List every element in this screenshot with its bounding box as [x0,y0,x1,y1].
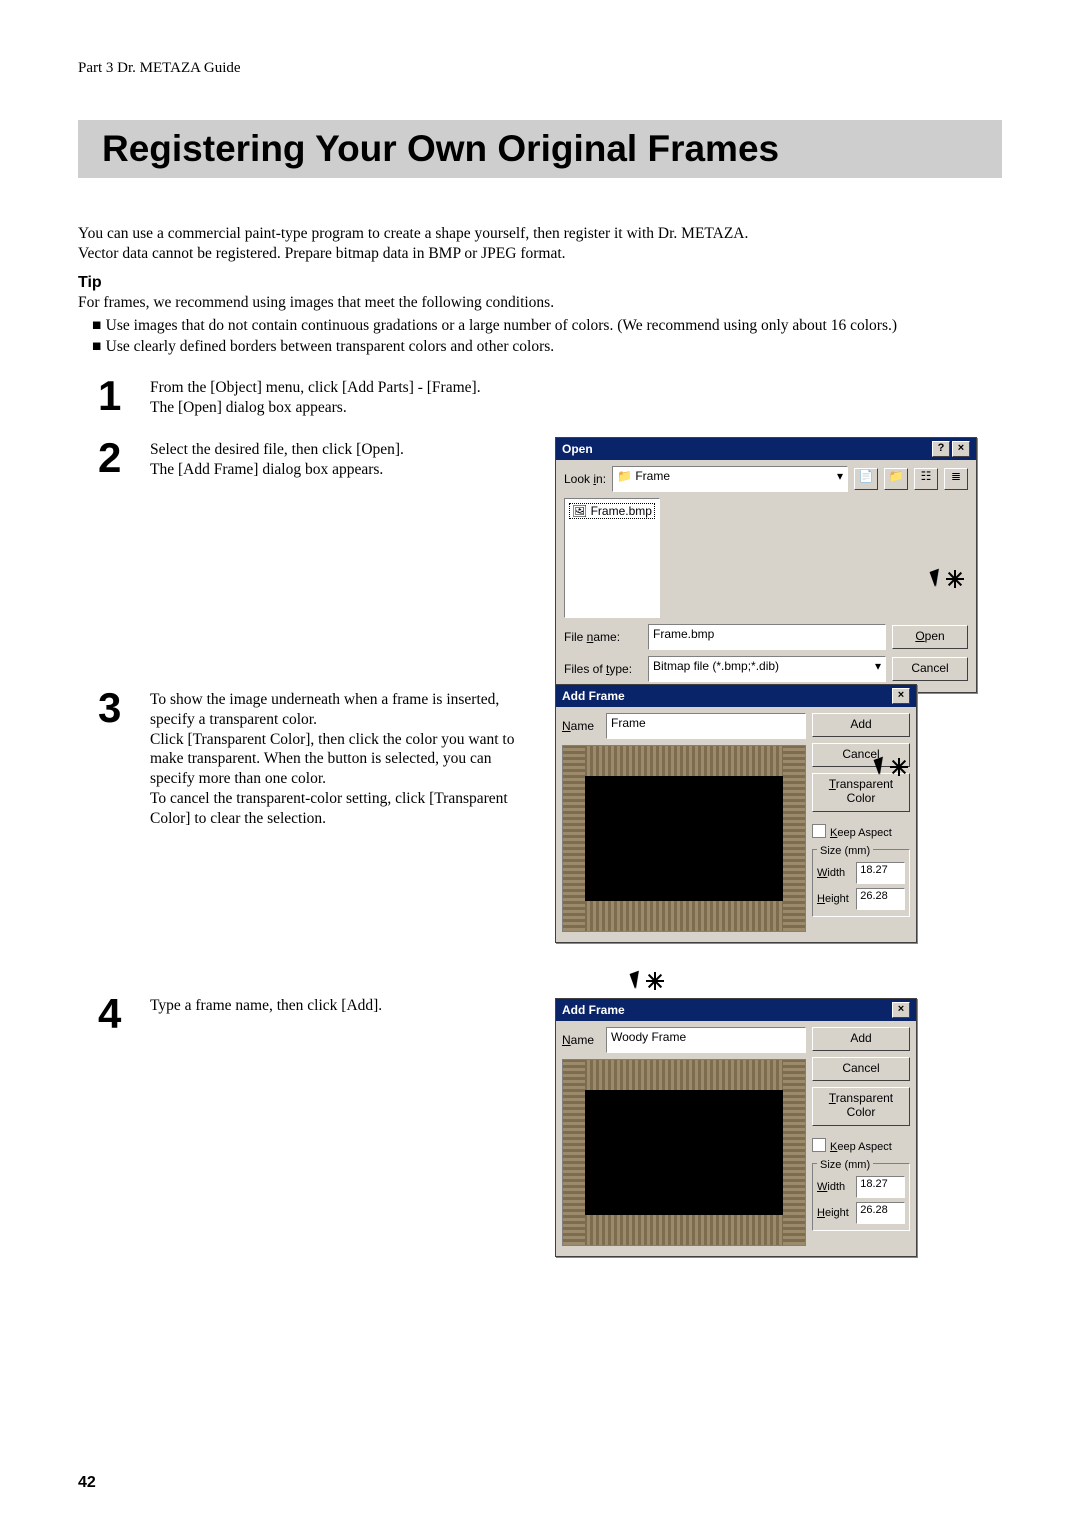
step-1-line-b: The [Open] dialog box appears. [150,399,347,416]
tip-bullet-1: Use images that do not contain continuou… [106,317,897,334]
close-button[interactable]: × [892,688,910,704]
bullet-square-icon: ■ [92,317,106,334]
cancel-button[interactable]: Cancel [812,743,910,767]
add-frame-titlebar: Add Frame × [556,685,916,707]
add-button[interactable]: Add [812,713,910,737]
height-input[interactable]: 26.28 [856,888,905,910]
look-in-label: Look in: [564,472,606,486]
size-group: Size (mm) Width18.27 Height26.28 [812,1163,910,1231]
frame-name-input[interactable]: Woody Frame [606,1027,806,1053]
step-2-text: Select the desired file, then click [Ope… [150,440,550,480]
frame-name-input[interactable]: Frame [606,713,806,739]
page-title: Registering Your Own Original Frames [102,120,1002,178]
transparent-color-button[interactable]: TransparentColor [812,773,910,812]
step-1-text: From the [Object] menu, click [Add Parts… [150,378,550,418]
step-3-line-a: To show the image underneath when a fram… [150,691,499,728]
step-4-line-a: Type a frame name, then click [Add]. [150,997,382,1014]
look-in-dropdown[interactable]: 📁 Frame ▾ [612,466,848,492]
transparent-color-button[interactable]: TransparentColor [812,1087,910,1126]
size-group: Size (mm) Width18.27 Height26.28 [812,849,910,917]
size-legend: Size (mm) [817,1159,873,1171]
new-folder-button[interactable]: 📁 [884,468,908,490]
height-input[interactable]: 26.28 [856,1202,905,1224]
tip-heading: Tip [78,274,102,292]
step-4-text: Type a frame name, then click [Add]. [150,996,550,1016]
height-label: Height [817,893,852,905]
open-dialog-title: Open [562,442,593,456]
up-one-level-button[interactable]: 📄 [854,468,878,490]
files-of-type-dropdown[interactable]: Bitmap file (*.bmp;*.dib)▾ [648,656,886,682]
open-dialog-titlebar: Open ? × [556,438,976,460]
name-label: Name [562,719,600,733]
keep-aspect-checkbox[interactable]: Keep Aspect [812,1138,910,1153]
width-input[interactable]: 18.27 [856,862,905,884]
tip-bullet-2: Use clearly defined borders between tran… [106,338,554,355]
cancel-button[interactable]: Cancel [812,1057,910,1081]
document-page: Part 3 Dr. METAZA Guide Registering Your… [0,0,1080,1528]
step-number-4: 4 [98,990,121,1038]
intro-line-2: Vector data cannot be registered. Prepar… [78,245,566,262]
close-button[interactable]: × [892,1002,910,1018]
add-frame-title: Add Frame [562,1003,625,1017]
height-label: Height [817,1207,852,1219]
list-view-button[interactable]: ☷ [914,468,938,490]
step-number-2: 2 [98,434,121,482]
size-legend: Size (mm) [817,845,873,857]
tip-bullets: ■ Use images that do not contain continu… [92,316,1002,358]
step-number-1: 1 [98,372,121,420]
files-of-type-label: Files of type: [564,662,642,676]
step-3-line-b: Click [Transparent Color], then click th… [150,731,514,788]
open-dialog: Open ? × Look in: 📁 Frame ▾ 📄 📁 ☷ ≣ 🖼 Fr… [555,437,977,693]
step-3-line-c: To cancel the transparent-color setting,… [150,790,508,827]
add-frame-dialog-1: Add Frame × Name Frame Add Cancel Transp… [555,684,917,943]
step-3-text: To show the image underneath when a fram… [150,690,535,829]
file-name-input[interactable]: Frame.bmp [648,624,886,650]
frame-preview [562,1059,806,1246]
file-list[interactable]: 🖼 Frame.bmp [564,498,660,618]
add-frame-title: Add Frame [562,689,625,703]
add-frame-titlebar: Add Frame × [556,999,916,1021]
width-label: Width [817,1181,852,1193]
intro-line-1: You can use a commercial paint-type prog… [78,225,748,242]
open-button[interactable]: Open [892,625,968,649]
name-label: Name [562,1033,600,1047]
bullet-square-icon: ■ [92,338,106,355]
cancel-button[interactable]: Cancel [892,657,968,681]
add-frame-dialog-2: Add Frame × Name Woody Frame Add Cancel … [555,998,917,1257]
step-number-3: 3 [98,684,121,732]
keep-aspect-checkbox[interactable]: Keep Aspect [812,824,910,839]
width-label: Width [817,867,852,879]
page-number: 42 [78,1474,96,1492]
frame-preview [562,745,806,932]
step-2-line-b: The [Add Frame] dialog box appears. [150,461,383,478]
close-button[interactable]: × [952,441,970,457]
tip-lead: For frames, we recommend using images th… [78,294,978,312]
add-button[interactable]: Add [812,1027,910,1051]
width-input[interactable]: 18.27 [856,1176,905,1198]
running-header: Part 3 Dr. METAZA Guide [78,60,241,77]
file-item[interactable]: 🖼 Frame.bmp [569,503,655,519]
intro-paragraph: You can use a commercial paint-type prog… [78,224,978,264]
details-view-button[interactable]: ≣ [944,468,968,490]
step-2-line-a: Select the desired file, then click [Ope… [150,441,404,458]
step-1-line-a: From the [Object] menu, click [Add Parts… [150,379,481,396]
file-name-label: File name: [564,630,642,644]
help-button[interactable]: ? [932,441,950,457]
